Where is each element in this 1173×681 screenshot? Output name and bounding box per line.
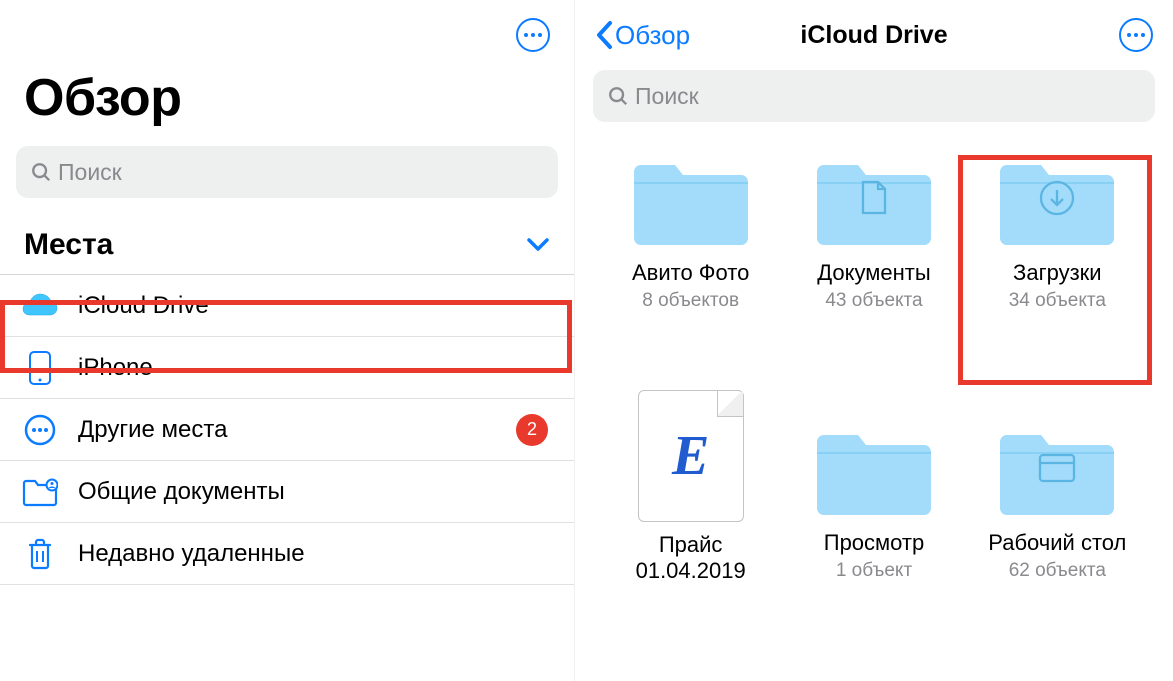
locations-list: iCloud Drive iPhone Другие места 2 Общие… — [0, 274, 574, 585]
section-title: Места — [24, 228, 113, 262]
trash-icon — [22, 536, 58, 572]
download-icon — [1038, 179, 1076, 217]
file-letter: E — [672, 424, 709, 488]
list-item-label: Общие документы — [78, 478, 556, 506]
item-name: Авито Фото — [632, 260, 749, 286]
chevron-down-icon — [526, 237, 550, 253]
item-name: Рабочий стол — [988, 530, 1126, 556]
back-button[interactable]: Обзор — [595, 20, 690, 51]
folder-icon — [812, 420, 936, 520]
search-input-right[interactable]: Поиск — [593, 70, 1155, 122]
iphone-icon — [22, 350, 58, 386]
folder-icon — [995, 150, 1119, 250]
page-title: Обзор — [0, 64, 574, 146]
search-input[interactable]: Поиск — [16, 146, 558, 198]
item-sub: 8 объектов — [642, 290, 739, 312]
sidebar-item-shared-documents[interactable]: Общие документы — [0, 461, 574, 523]
file-icon: E — [638, 390, 744, 522]
search-icon — [607, 85, 629, 107]
folder-pane: Обзор iCloud Drive Поиск Авито Фото 8 об… — [574, 0, 1173, 681]
item-sub: 1 объект — [836, 560, 912, 582]
document-icon — [860, 180, 888, 216]
shared-folder-icon — [22, 474, 58, 510]
folder-icon — [995, 420, 1119, 520]
icloud-icon — [22, 288, 58, 324]
chevron-left-icon — [595, 20, 613, 50]
folder-documents[interactable]: Документы 43 объекта — [794, 150, 953, 312]
more-circle-icon — [22, 412, 58, 448]
item-name: Документы — [817, 260, 930, 286]
folder-grid: Авито Фото 8 объектов Документы 43 объек… — [575, 150, 1173, 584]
section-header-locations[interactable]: Места — [0, 228, 574, 274]
item-name: Прайс 01.04.2019 — [621, 532, 761, 584]
search-placeholder: Поиск — [635, 83, 699, 110]
back-label: Обзор — [615, 20, 690, 51]
list-item-label: Другие места — [78, 416, 516, 444]
item-sub: 62 объекта — [1009, 560, 1106, 582]
item-name: Просмотр — [824, 530, 924, 556]
browse-pane: Обзор Поиск Места iCloud Drive iPhone Др… — [0, 0, 574, 681]
item-sub: 43 объекта — [825, 290, 922, 312]
folder-preview[interactable]: Просмотр 1 объект — [794, 420, 953, 584]
list-item-label: Недавно удаленные — [78, 540, 556, 568]
folder-desktop[interactable]: Рабочий стол 62 объекта — [978, 420, 1137, 584]
item-sub: 34 объекта — [1009, 290, 1106, 312]
left-header — [0, 0, 574, 64]
folder-icon — [812, 150, 936, 250]
file-price[interactable]: E Прайс 01.04.2019 — [611, 390, 770, 584]
search-icon — [30, 161, 52, 183]
more-button[interactable] — [516, 18, 550, 52]
item-name: Загрузки — [1013, 260, 1102, 286]
list-item-label: iPhone — [78, 354, 556, 382]
more-button-right[interactable] — [1119, 18, 1153, 52]
badge: 2 — [516, 414, 548, 446]
list-item-label: iCloud Drive — [78, 292, 556, 320]
right-header: Обзор iCloud Drive — [575, 0, 1173, 64]
more-icon — [1127, 33, 1145, 37]
sidebar-item-iphone[interactable]: iPhone — [0, 337, 574, 399]
sidebar-item-recently-deleted[interactable]: Недавно удаленные — [0, 523, 574, 585]
file-corner — [717, 391, 743, 417]
search-placeholder: Поиск — [58, 159, 122, 186]
more-icon — [524, 33, 542, 37]
folder-icon — [629, 150, 753, 250]
folder-avito-photo[interactable]: Авито Фото 8 объектов — [611, 150, 770, 312]
folder-downloads[interactable]: Загрузки 34 объекта — [978, 150, 1137, 312]
sidebar-item-icloud-drive[interactable]: iCloud Drive — [0, 275, 574, 337]
window-icon — [1038, 453, 1076, 483]
sidebar-item-other-locations[interactable]: Другие места 2 — [0, 399, 574, 461]
